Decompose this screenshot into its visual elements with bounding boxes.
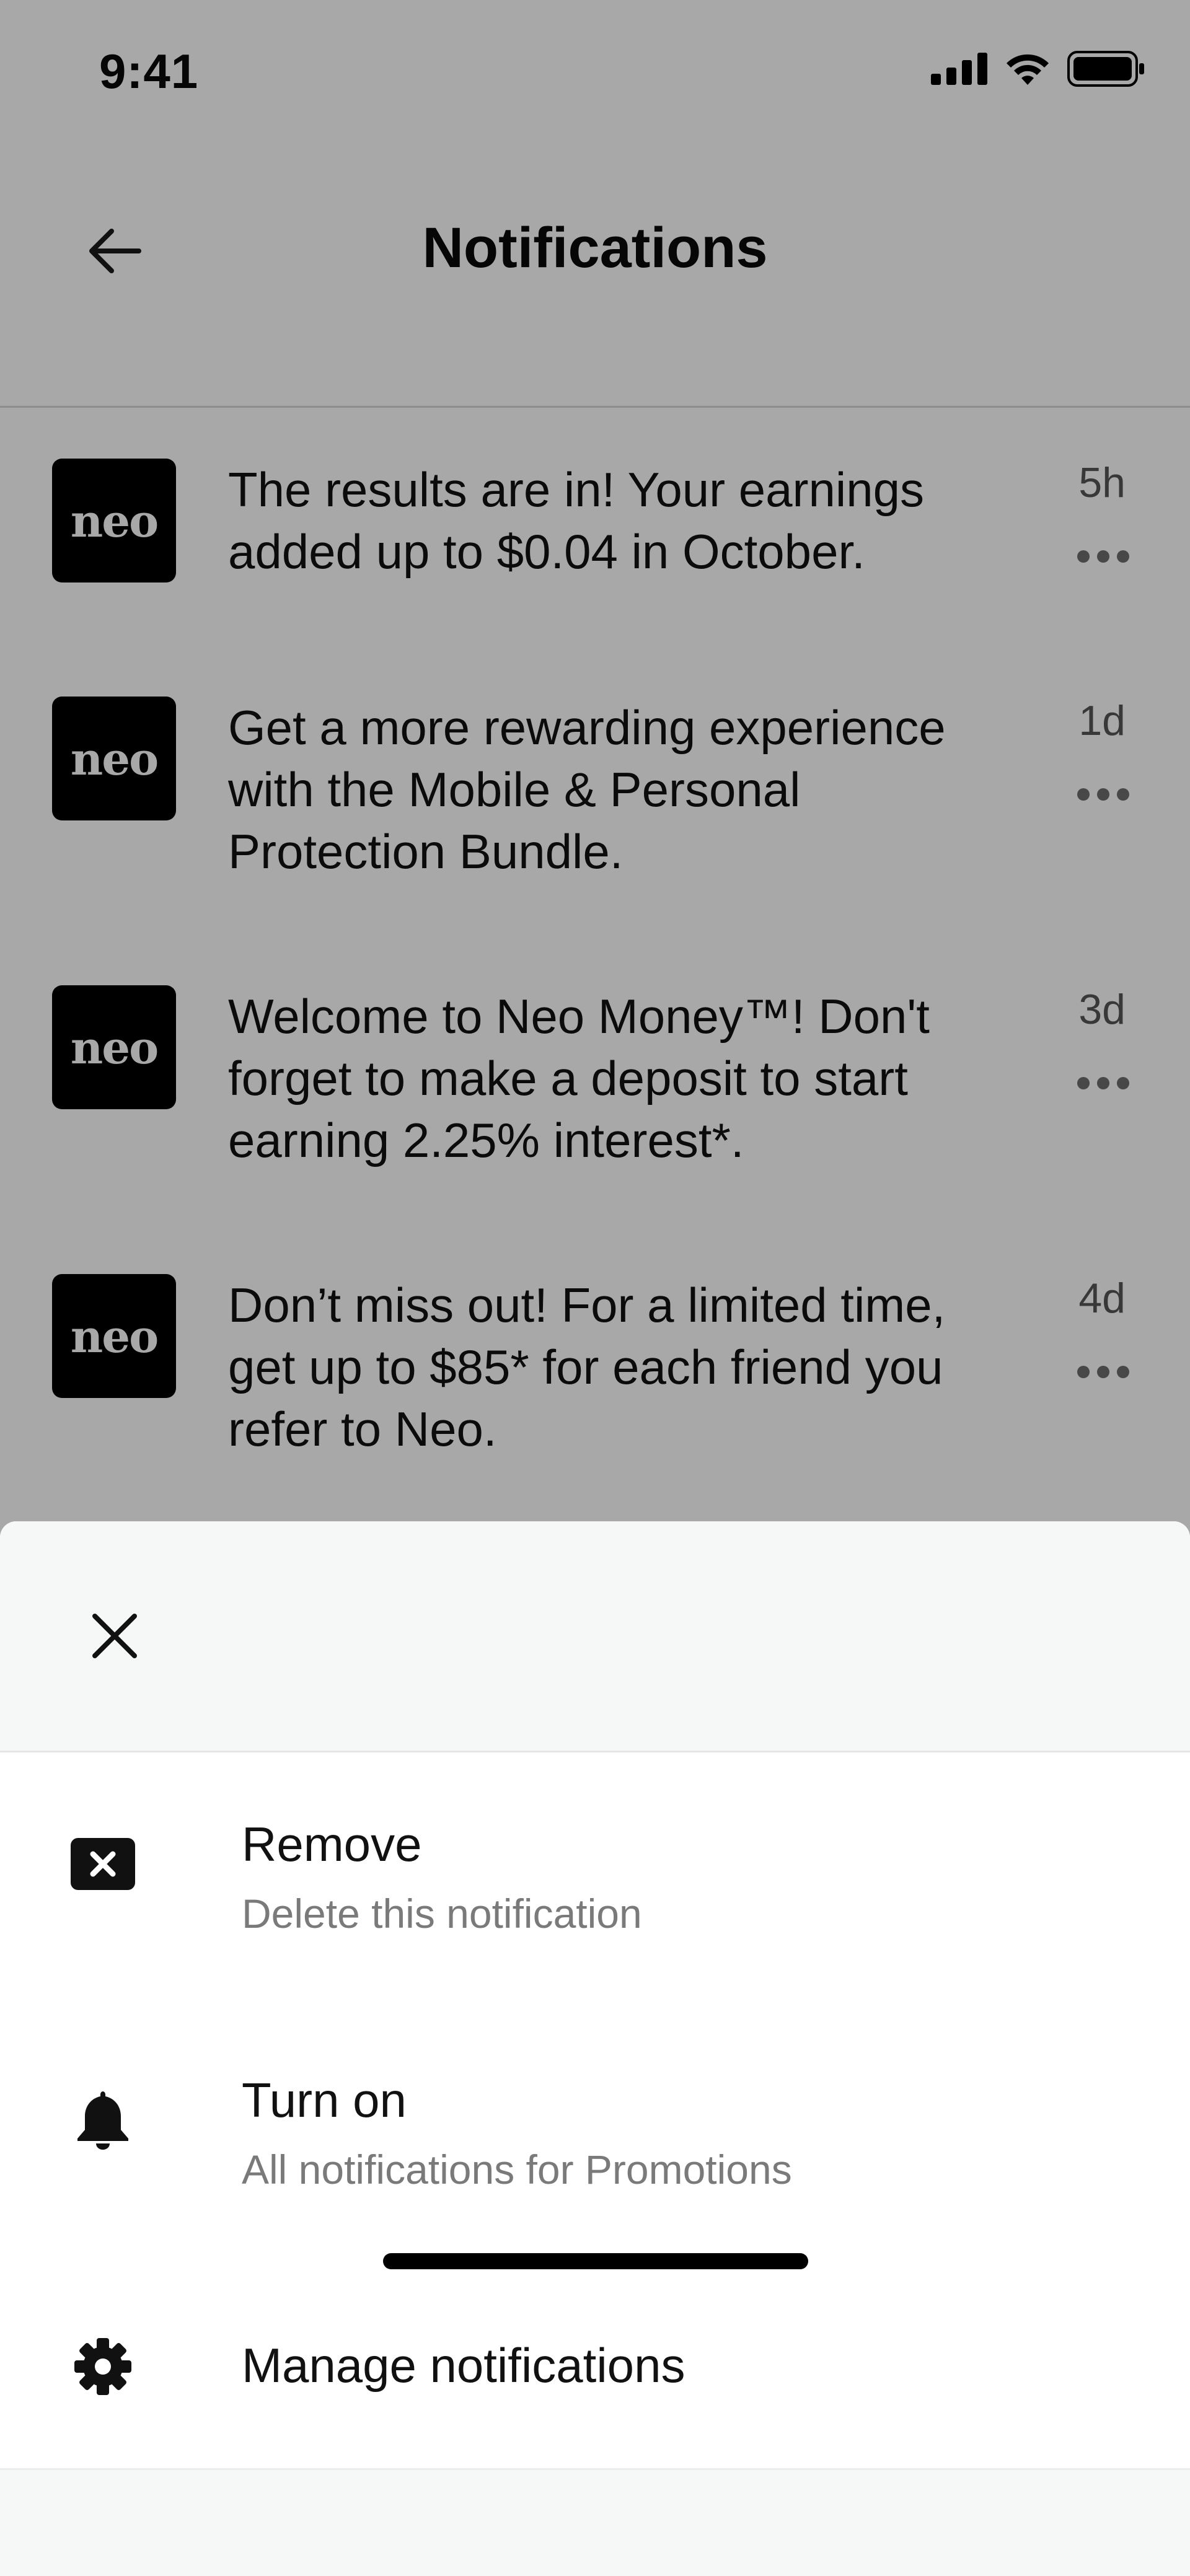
- bell-icon: [60, 2077, 146, 2163]
- sheet-header: [0, 1521, 1190, 1752]
- turn-on-action[interactable]: Turn on All notifications for Promotions: [0, 2008, 1190, 2266]
- remove-icon: [60, 1821, 146, 1907]
- close-button[interactable]: [74, 1596, 155, 1676]
- close-icon: [92, 1614, 137, 1658]
- gear-icon: [60, 2323, 146, 2410]
- action-title: Remove: [242, 1817, 422, 1871]
- action-title: Manage notifications: [242, 2338, 685, 2393]
- notification-options-sheet: Remove Delete this notification Turn on …: [0, 1521, 1190, 2576]
- action-subtitle: Delete this notification: [242, 1891, 642, 1936]
- remove-action[interactable]: Remove Delete this notification: [0, 1752, 1190, 2008]
- action-subtitle: All notifications for Promotions: [242, 2147, 792, 2192]
- action-title: Turn on: [242, 2073, 407, 2127]
- sheet-footer: [0, 2468, 1190, 2576]
- home-indicator[interactable]: [383, 2253, 808, 2269]
- manage-notifications-action[interactable]: Manage notifications: [0, 2266, 1190, 2468]
